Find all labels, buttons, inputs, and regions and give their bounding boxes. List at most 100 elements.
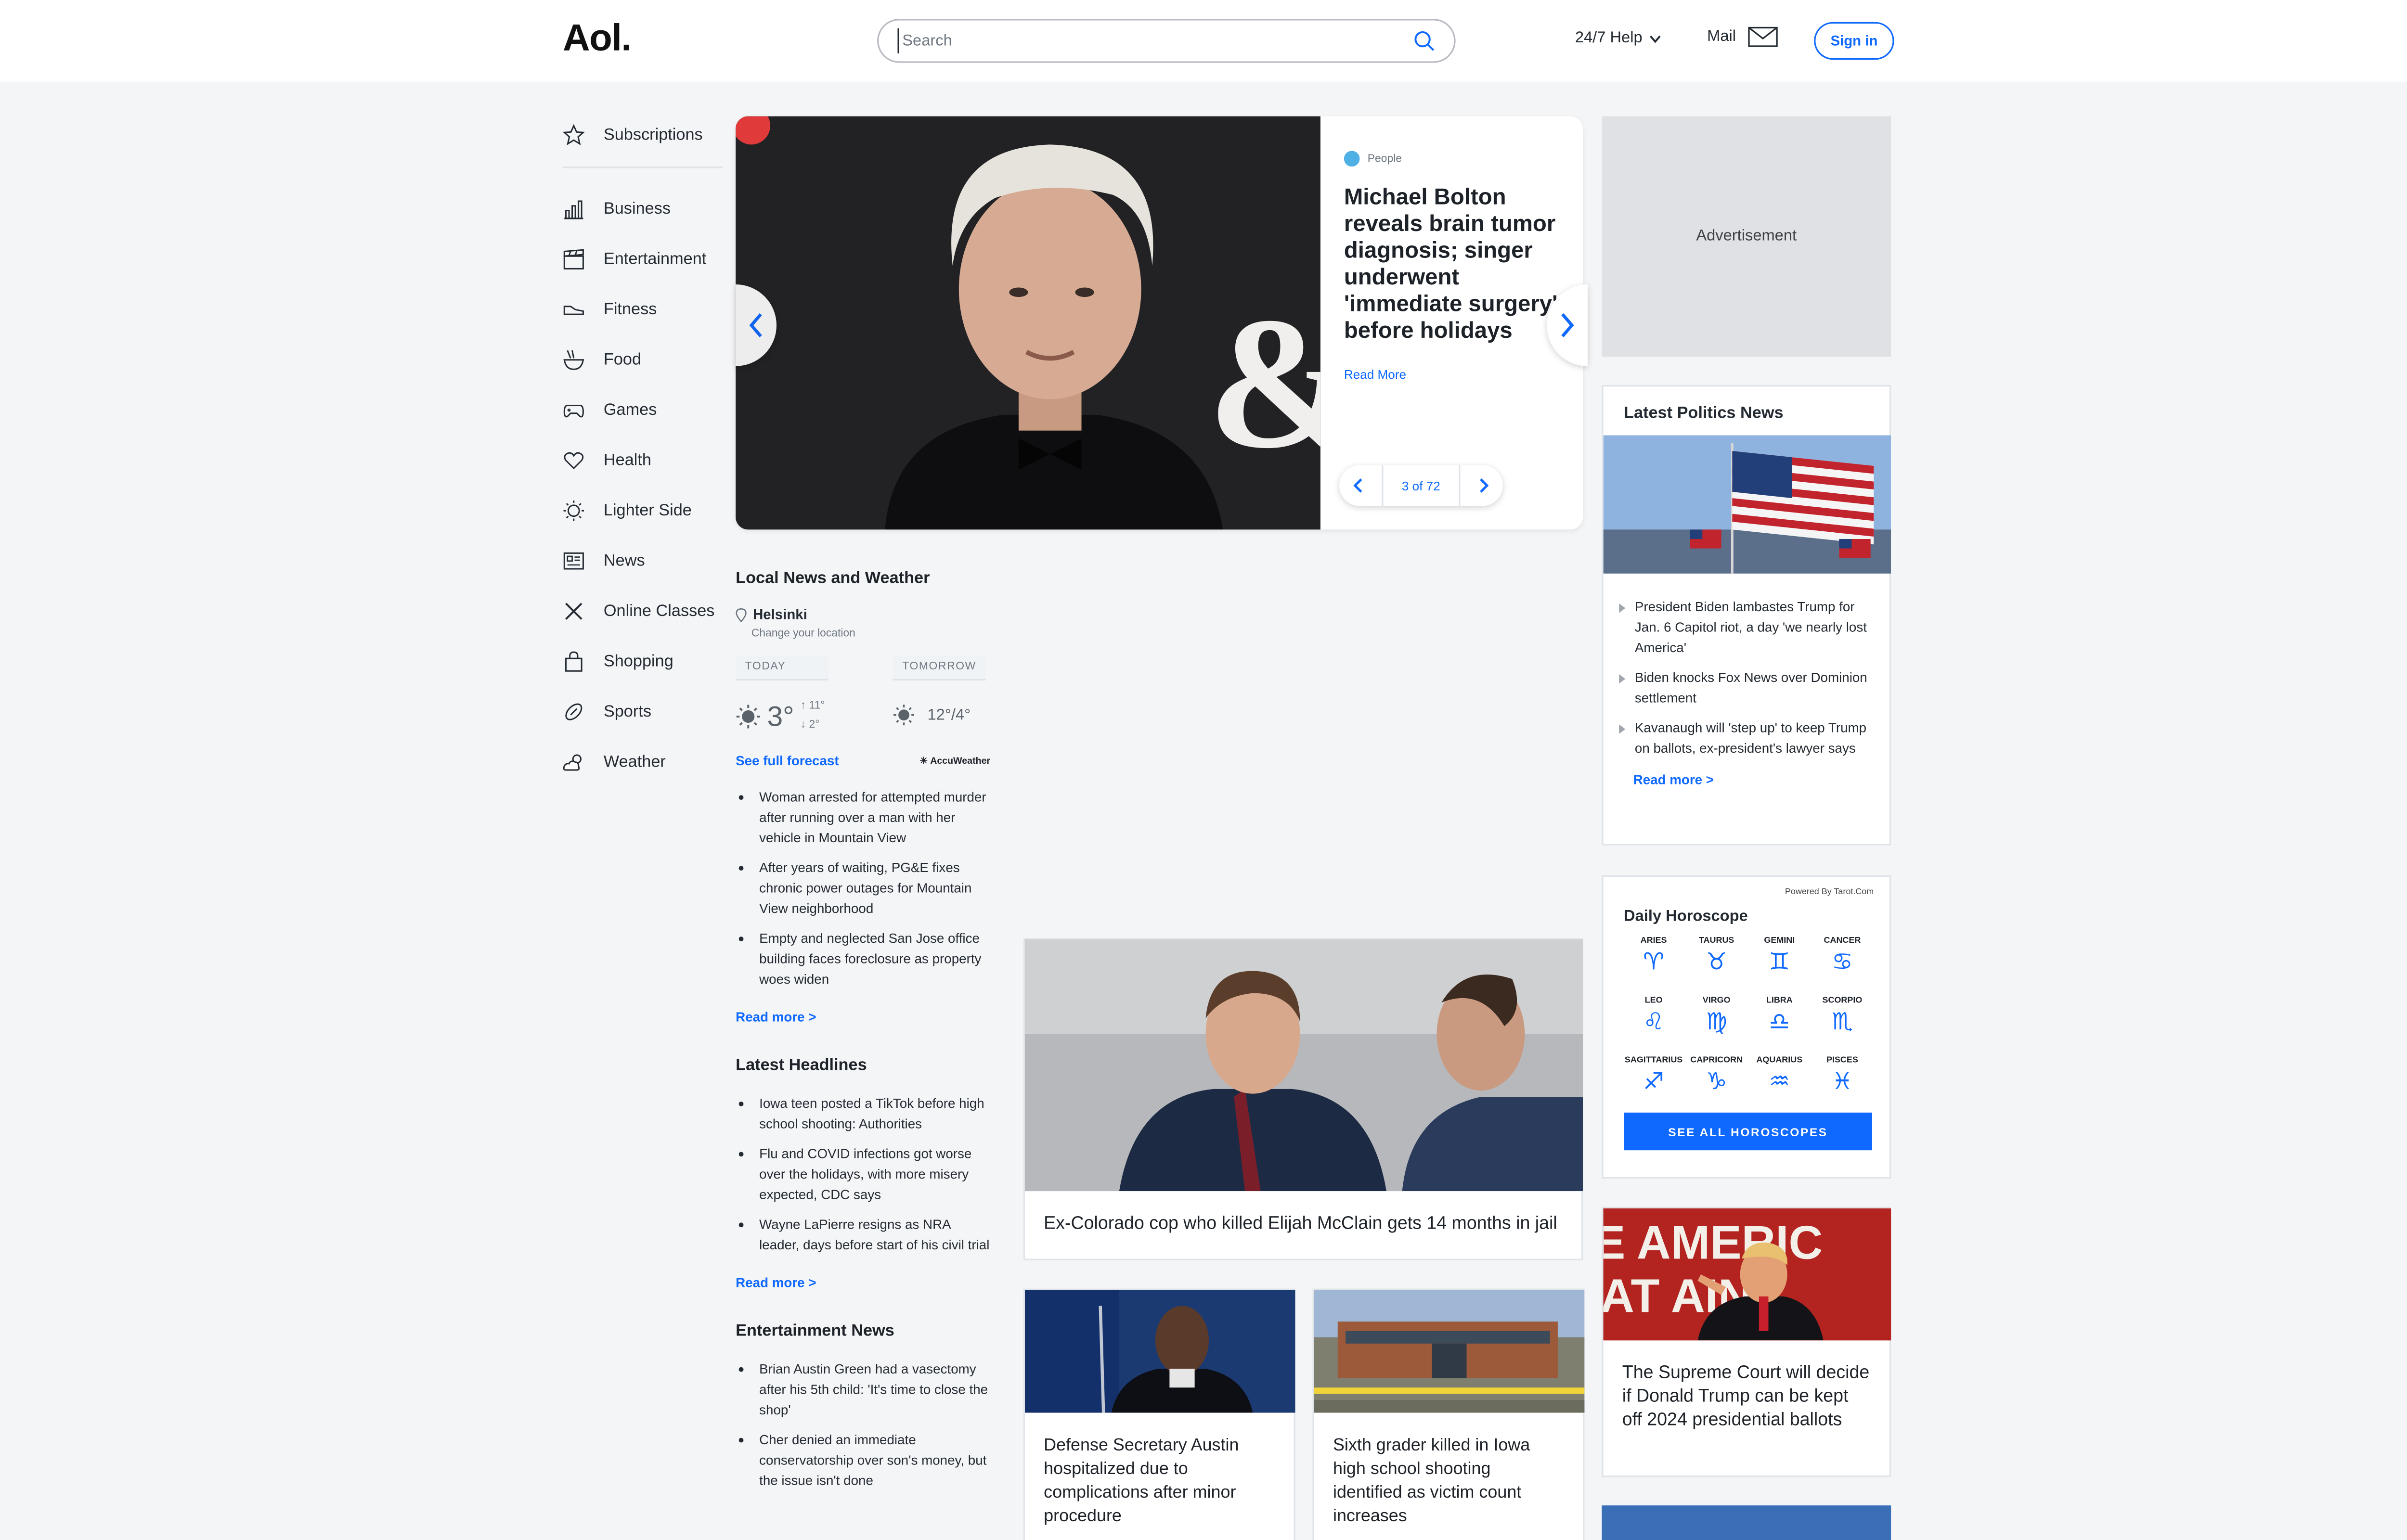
sidebar-item-lighter-side[interactable]: Lighter Side bbox=[563, 486, 723, 536]
sign-scorpio[interactable]: SCORPIO ♏ bbox=[1811, 996, 1874, 1046]
sidebar-item-sports[interactable]: Sports bbox=[563, 687, 723, 737]
sidebar-item-online-classes[interactable]: Online Classes bbox=[563, 586, 723, 636]
story-image: E AMERIC AT AIN bbox=[1603, 1208, 1891, 1341]
cloud-sun-icon bbox=[563, 754, 582, 771]
sidebar-item-subscriptions[interactable]: Subscriptions bbox=[562, 110, 723, 160]
search-input[interactable] bbox=[897, 28, 1401, 54]
story-headline[interactable]: Defense Secretary Austin hospitalized du… bbox=[1025, 1413, 1294, 1540]
sidebar-item-news[interactable]: News bbox=[563, 536, 723, 586]
sign-in-button[interactable]: Sign in bbox=[1814, 22, 1894, 60]
list-item[interactable]: After years of waiting, PG&E fixes chron… bbox=[736, 858, 990, 919]
search-icon[interactable] bbox=[1413, 30, 1436, 52]
local-news-title: Local News and Weather bbox=[736, 569, 930, 588]
story-headline[interactable]: The Supreme Court will decide if Donald … bbox=[1604, 1340, 1889, 1455]
local-news-list: Woman arrested for attempted murder afte… bbox=[736, 787, 990, 990]
sign-virgo[interactable]: VIRGO ♍ bbox=[1685, 996, 1748, 1046]
list-item[interactable]: Flu and COVID infections got worse over … bbox=[736, 1144, 990, 1205]
sign-aries[interactable]: ARIES ♈ bbox=[1622, 937, 1685, 987]
story-photo-trump-rally: E AMERIC AT AIN bbox=[1603, 1208, 1891, 1341]
sign-libra[interactable]: LIBRA ♎ bbox=[1748, 996, 1811, 1046]
sidebar-label: Health bbox=[603, 451, 652, 470]
sign-name: LIBRA bbox=[1766, 996, 1793, 1006]
weather-tab-today[interactable]: TODAY bbox=[736, 655, 828, 680]
sun-icon bbox=[893, 705, 914, 726]
weather-row: 3° ↑ 11° ↓ 2° 12°/4° bbox=[736, 696, 990, 737]
mail-link[interactable]: Mail bbox=[1707, 26, 1778, 47]
forecast-row: See full forecast ☀ AccuWeather bbox=[736, 753, 990, 769]
story-card-iowa[interactable]: Sixth grader killed in Iowa high school … bbox=[1312, 1288, 1585, 1540]
sidebar-label: Subscriptions bbox=[603, 126, 703, 145]
story-headline[interactable]: Ex-Colorado cop who killed Elijah McClai… bbox=[1025, 1191, 1581, 1258]
see-all-horoscopes-button[interactable]: SEE ALL HOROSCOPES bbox=[1624, 1112, 1872, 1151]
full-forecast-link[interactable]: See full forecast bbox=[736, 753, 839, 769]
headlines-list: Iowa teen posted a TikTok before high sc… bbox=[736, 1094, 990, 1256]
list-item[interactable]: Brian Austin Green had a vasectomy after… bbox=[736, 1359, 990, 1420]
sign-aquarius[interactable]: AQUARIUS ♒ bbox=[1748, 1056, 1811, 1106]
hero-headline[interactable]: Michael Bolton reveals brain tumor diagn… bbox=[1344, 185, 1561, 346]
sign-cancer[interactable]: CANCER ♋ bbox=[1811, 937, 1874, 987]
list-item[interactable]: Iowa teen posted a TikTok before high sc… bbox=[736, 1094, 990, 1135]
list-item[interactable]: Biden knocks Fox News over Dominion sett… bbox=[1619, 668, 1877, 709]
star-icon bbox=[562, 124, 585, 145]
sidebar-item-food[interactable]: Food bbox=[563, 335, 723, 385]
story-card-main[interactable]: Ex-Colorado cop who killed Elijah McClai… bbox=[1023, 938, 1583, 1260]
list-item[interactable]: Woman arrested for attempted murder afte… bbox=[736, 787, 990, 848]
list-item[interactable]: President Biden lambastes Trump for Jan.… bbox=[1619, 597, 1877, 658]
sidebar-item-fitness[interactable]: Fitness bbox=[563, 284, 723, 334]
list-item[interactable]: Empty and neglected San Jose office buil… bbox=[736, 929, 990, 990]
sidebar-item-games[interactable]: Games bbox=[563, 385, 723, 435]
chevron-down-icon bbox=[1649, 35, 1661, 42]
sign-leo[interactable]: LEO ♌ bbox=[1622, 996, 1685, 1046]
list-item[interactable]: Wayne LaPierre resigns as NRA leader, da… bbox=[736, 1215, 990, 1256]
hero-image[interactable]: & OKE bbox=[736, 116, 1320, 530]
sign-capricorn[interactable]: CAPRICORN ♑ bbox=[1685, 1056, 1748, 1106]
story-card-next-image[interactable] bbox=[1602, 1505, 1891, 1540]
aol-logo[interactable]: Aol. bbox=[563, 17, 632, 61]
sidebar-label: Online Classes bbox=[603, 602, 715, 621]
pager-next-icon[interactable] bbox=[1477, 478, 1490, 494]
sidebar-item-health[interactable]: Health bbox=[563, 435, 723, 485]
sidebar-item-entertainment[interactable]: Entertainment bbox=[563, 234, 723, 284]
sign-pisces[interactable]: PISCES ♓ bbox=[1811, 1056, 1874, 1106]
sagittarius-icon: ♐ bbox=[1643, 1067, 1665, 1095]
sneaker-icon bbox=[563, 306, 584, 315]
story-card-supreme-court[interactable]: E AMERIC AT AIN The Supreme Court will d… bbox=[1602, 1206, 1891, 1477]
politics-read-more-link[interactable]: Read more > bbox=[1604, 771, 1889, 787]
location-city: Helsinki bbox=[753, 606, 807, 623]
sidebar-item-weather[interactable]: Weather bbox=[563, 737, 723, 787]
rally-sign-text: E AMERIC bbox=[1604, 1216, 1823, 1269]
sun-icon bbox=[563, 500, 584, 521]
taurus-icon: ♉ bbox=[1706, 947, 1727, 976]
change-location-link[interactable]: Change your location bbox=[751, 629, 990, 640]
headlines-read-more-link[interactable]: Read more > bbox=[736, 1274, 990, 1290]
sign-sagittarius[interactable]: SAGITTARIUS ♐ bbox=[1622, 1056, 1685, 1106]
list-item[interactable]: Cher denied an immediate conservatorship… bbox=[736, 1430, 990, 1491]
weather-tab-tomorrow[interactable]: TOMORROW bbox=[893, 655, 986, 680]
list-item[interactable]: Kavanaugh will 'step up' to keep Trump o… bbox=[1619, 718, 1877, 759]
sign-taurus[interactable]: TAURUS ♉ bbox=[1685, 937, 1748, 987]
cancer-icon: ♋ bbox=[1831, 947, 1853, 976]
mail-icon bbox=[1748, 26, 1778, 47]
sidebar-label: Business bbox=[603, 199, 671, 218]
aquarius-icon: ♒ bbox=[1769, 1067, 1790, 1095]
sidebar-item-shopping[interactable]: Shopping bbox=[563, 636, 723, 686]
advertisement[interactable]: Advertisement bbox=[1602, 116, 1891, 357]
hero-read-more-link[interactable]: Read More bbox=[1344, 368, 1561, 382]
search-box[interactable] bbox=[877, 19, 1456, 63]
politics-image[interactable] bbox=[1603, 435, 1891, 574]
today-high-low: ↑ 11° ↓ 2° bbox=[800, 701, 825, 731]
sign-name: SCORPIO bbox=[1822, 996, 1863, 1006]
location: Helsinki bbox=[736, 606, 990, 622]
local-read-more-link[interactable]: Read more > bbox=[736, 1009, 990, 1025]
sidebar-item-business[interactable]: Business bbox=[563, 184, 723, 234]
sign-gemini[interactable]: GEMINI ♊ bbox=[1748, 937, 1811, 987]
horoscope-signs: ARIES ♈ TAURUS ♉ GEMINI ♊ CANCER ♋ LEO ♌ VIRG… bbox=[1622, 937, 1874, 1106]
pager-prev-icon[interactable] bbox=[1352, 478, 1364, 494]
sidebar-label: Shopping bbox=[603, 652, 673, 671]
location-pin-icon bbox=[736, 607, 747, 622]
story-card-austin[interactable]: Defense Secretary Austin hospitalized du… bbox=[1023, 1288, 1295, 1540]
bar-chart-icon bbox=[564, 200, 583, 219]
story-headline[interactable]: Sixth grader killed in Iowa high school … bbox=[1314, 1413, 1583, 1540]
help-menu[interactable]: 24/7 Help bbox=[1575, 30, 1661, 47]
sign-name: TAURUS bbox=[1698, 937, 1734, 946]
